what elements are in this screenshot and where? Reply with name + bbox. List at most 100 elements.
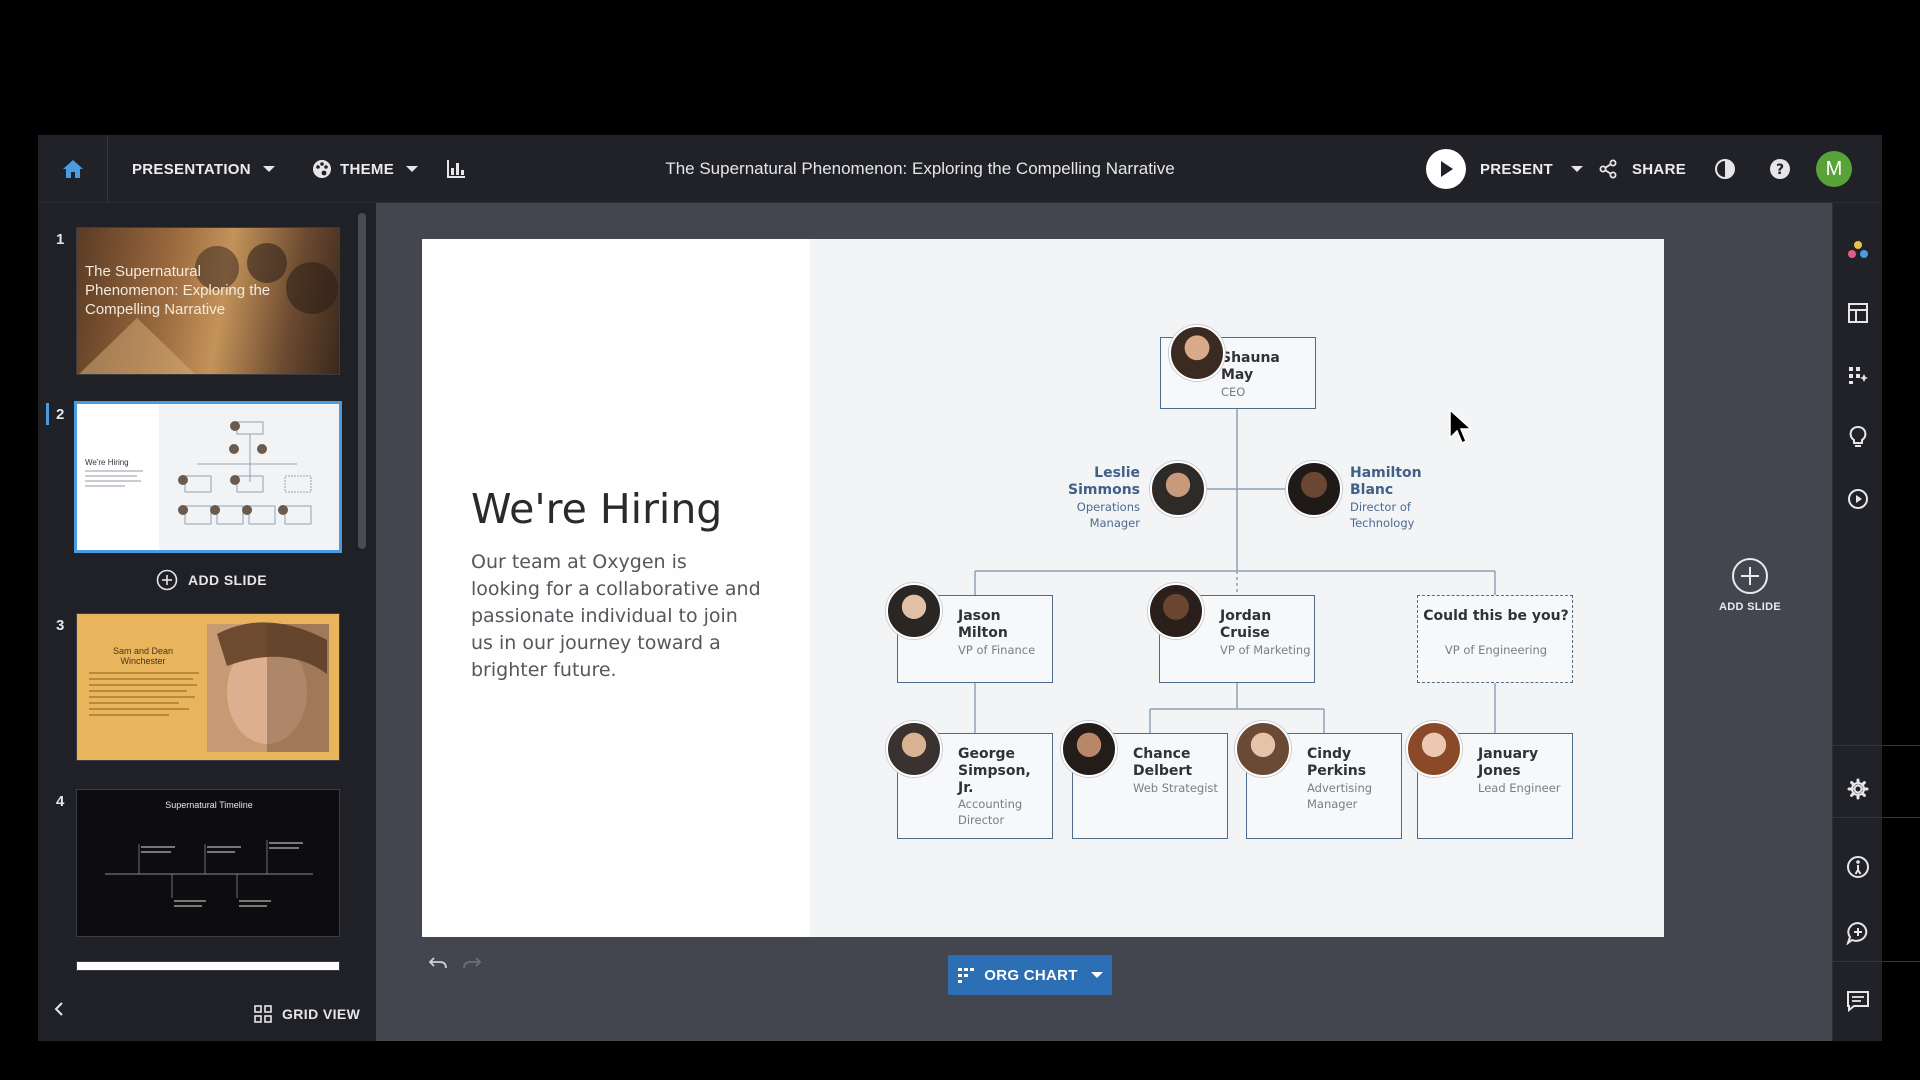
help-button[interactable]: ? [1760, 135, 1800, 203]
animation-tool[interactable] [1833, 479, 1883, 519]
contrast-toggle[interactable] [1705, 135, 1745, 203]
add-slide-canvas-button[interactable]: ADD SLIDE [1712, 557, 1788, 613]
org-chart[interactable]: Shauna May CEO Leslie Simmons Operations… [810, 239, 1664, 937]
share-label: SHARE [1632, 160, 1687, 178]
present-label: PRESENT [1480, 160, 1553, 178]
add-comment-tool[interactable] [1833, 913, 1883, 953]
org-node-tech[interactable]: Hamilton Blanc Director of Technology [1350, 465, 1460, 531]
org-chart-label: ORG CHART [984, 966, 1078, 984]
org-node-name: Could this be you? [1423, 608, 1569, 624]
slide-thumbnail-2[interactable]: We're Hiring [74, 401, 342, 553]
chevron-down-icon [1570, 166, 1583, 172]
add-slide-button[interactable]: ADD SLIDE [156, 569, 267, 591]
org-node-name: George Simpson, Jr. [958, 746, 1031, 796]
avatar [886, 721, 942, 777]
palette-dots-icon [1848, 241, 1868, 258]
slide-thumbnail-4[interactable]: Supernatural Timeline [76, 789, 340, 937]
active-slide[interactable]: We're Hiring Our team at Oxygen is looki… [422, 239, 1664, 937]
avatar [1406, 721, 1462, 777]
palette-icon [313, 160, 331, 178]
speaker-notes-tool[interactable] [1833, 981, 1883, 1021]
avatar [1169, 325, 1225, 381]
org-node-role: VP of Finance [958, 643, 1036, 657]
smart-layout-tool[interactable] [1833, 355, 1883, 395]
settings-tool[interactable] [1833, 769, 1883, 809]
redo-icon[interactable] [462, 955, 482, 971]
org-node-engineering-open[interactable]: Could this be you? VP of Engineering [1417, 595, 1573, 683]
share-button[interactable]: SHARE [1598, 135, 1686, 203]
theme-menu[interactable]: THEME [312, 135, 418, 203]
plus-circle-icon [156, 569, 178, 591]
slide-3-artwork [89, 622, 329, 752]
presentation-menu-label: PRESENTATION [132, 160, 251, 178]
play-button[interactable] [1426, 149, 1466, 189]
slide-2-mini-org-chart [85, 421, 312, 525]
slide-body-text[interactable]: Our team at Oxygen is looking for a coll… [471, 549, 761, 684]
slide-1-title: The Supernatural Phenomenon: Exploring t… [85, 263, 271, 318]
undo-icon[interactable] [428, 955, 448, 971]
notes-icon [1847, 991, 1869, 1012]
org-node-role: Lead Engineer [1478, 781, 1561, 795]
contrast-icon [1715, 159, 1735, 179]
presentation-menu[interactable]: PRESENTATION [132, 135, 275, 203]
rail-divider [1833, 961, 1920, 962]
history-controls [428, 955, 482, 971]
chevron-down-icon [262, 166, 275, 172]
top-toolbar: PRESENTATION THEME The Supernatural Phen… [38, 135, 1882, 203]
org-node-role: VP of Marketing [1220, 643, 1311, 657]
app-window: PRESENTATION THEME The Supernatural Phen… [38, 135, 1920, 1041]
slide-number: 3 [56, 617, 65, 634]
grid-view-button[interactable]: GRID VIEW [254, 1005, 360, 1023]
present-menu[interactable]: PRESENT [1426, 135, 1583, 203]
slide-sidebar: 1 The Supernatural Phenomenon: Exploring… [38, 203, 376, 1041]
org-node-name: Chance Delbert [1133, 746, 1193, 779]
sparkle-grid-icon [1849, 367, 1868, 384]
slide-thumbnail-3[interactable]: Sam and Dean Winchester [76, 613, 340, 761]
avatar [1061, 721, 1117, 777]
document-title[interactable]: The Supernatural Phenomenon: Exploring t… [665, 159, 1174, 179]
collapse-sidebar-button[interactable] [52, 1001, 66, 1022]
slide-thumbnail-1[interactable]: The Supernatural Phenomenon: Exploring t… [76, 227, 340, 375]
mouse-cursor [1449, 408, 1473, 445]
play-icon [1441, 161, 1453, 177]
color-palette-tool[interactable] [1833, 231, 1883, 271]
sidebar-footer: GRID VIEW [38, 983, 376, 1041]
rail-divider [1833, 745, 1920, 746]
org-node-name: Cindy Perkins [1307, 746, 1367, 779]
slide-heading[interactable]: We're Hiring [471, 485, 722, 533]
org-chart-layout-button[interactable]: ORG CHART [948, 955, 1112, 995]
chevron-down-icon [1090, 972, 1103, 978]
org-node-role: VP of Engineering [1444, 643, 1548, 657]
home-button[interactable] [38, 135, 108, 203]
ideas-tool[interactable] [1833, 417, 1883, 457]
chevron-left-icon [54, 1002, 63, 1016]
svg-text:?: ? [1776, 162, 1784, 178]
add-slide-canvas-label: ADD SLIDE [1719, 601, 1781, 613]
layout-icon [1848, 303, 1868, 323]
slide-number: 4 [56, 793, 65, 810]
accessibility-tool[interactable] [1833, 847, 1883, 887]
layout-tool[interactable] [1833, 293, 1883, 333]
home-icon [62, 160, 83, 178]
avatar [886, 583, 942, 639]
sidebar-scrollbar[interactable] [358, 213, 366, 549]
org-node-role: Accounting Director [958, 797, 1023, 827]
chart-button[interactable] [436, 135, 476, 203]
org-node-role: CEO [1221, 385, 1246, 399]
org-node-role: Director of Technology [1350, 500, 1415, 530]
rail-divider [1833, 817, 1920, 818]
slide-left-panel: We're Hiring Our team at Oxygen is looki… [422, 239, 810, 937]
org-node-name: Shauna May [1221, 350, 1280, 383]
avatar [1286, 461, 1342, 517]
slide-thumbnail-5[interactable] [76, 961, 340, 971]
org-chart-icon [958, 968, 975, 983]
slide-number: 1 [56, 231, 65, 248]
gear-icon [1847, 778, 1869, 800]
right-tool-rail [1832, 203, 1920, 1041]
bar-chart-icon [447, 160, 465, 178]
play-circle-icon [1848, 489, 1868, 509]
org-node-name: Leslie Simmons [1068, 465, 1140, 498]
org-node-ops[interactable]: Leslie Simmons Operations Manager [1044, 465, 1140, 531]
share-icon [1599, 159, 1617, 179]
user-avatar[interactable]: M [1816, 151, 1852, 187]
